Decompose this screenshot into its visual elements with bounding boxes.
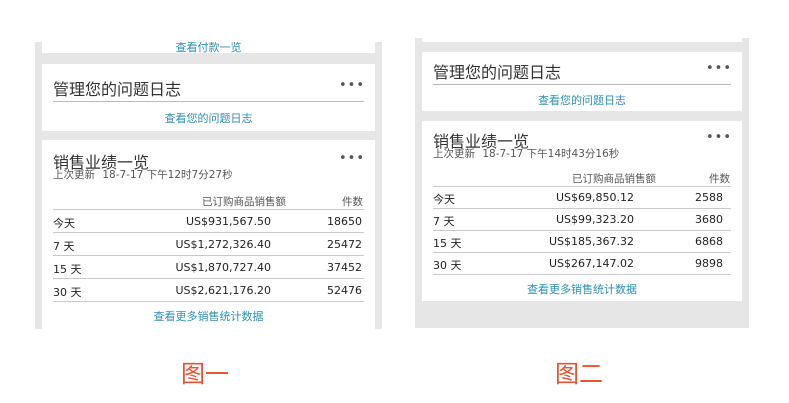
divider — [433, 84, 731, 85]
divider — [53, 101, 364, 102]
caption-figure-2: 图二 — [555, 360, 603, 388]
more-icon[interactable]: ••• — [339, 151, 365, 166]
caption-figure-1: 图一 — [181, 360, 229, 388]
last-updated: 上次更新 18-7-17 下午14时43分16秒 — [433, 146, 619, 161]
card-title: 管理您的问题日志 — [53, 80, 182, 99]
table-row: 30 天 US$267,147.02 9898 — [433, 252, 731, 275]
period-cell: 30 天 — [53, 286, 82, 299]
last-updated-value: 18-7-17 下午12时7分27秒 — [102, 169, 233, 181]
table-row: 7 天 US$1,272,326.40 25472 — [53, 232, 364, 255]
amount-cell: US$1,870,727.40 — [175, 261, 271, 274]
sales-card: 销售业绩一览 ••• 上次更新 18-7-17 下午14时43分16秒 已订购商… — [422, 121, 742, 301]
period-cell: 7 天 — [433, 215, 455, 228]
count-cell: 18650 — [327, 215, 362, 228]
column-header-sales: 已订购商品销售额 — [202, 196, 286, 208]
count-cell: 3680 — [695, 213, 723, 226]
amount-cell: US$1,272,326.40 — [175, 238, 271, 251]
period-cell: 今天 — [433, 193, 455, 206]
amount-cell: US$2,621,176.20 — [175, 284, 271, 297]
card-title: 管理您的问题日志 — [433, 63, 562, 82]
top-card-edge — [422, 38, 742, 42]
last-updated: 上次更新 18-7-17 下午12时7分27秒 — [53, 167, 233, 182]
column-header-count: 件数 — [342, 196, 363, 208]
amount-cell: US$99,323.20 — [555, 213, 634, 226]
last-updated-label: 上次更新 — [53, 169, 95, 181]
period-cell: 15 天 — [433, 237, 462, 250]
issues-card: 管理您的问题日志 ••• 查看您的问题日志 — [422, 52, 742, 111]
screenshot-1: 查看付款一览 管理您的问题日志 ••• 查看您的问题日志 销售业绩一览 ••• … — [35, 42, 382, 329]
more-icon[interactable]: ••• — [706, 61, 732, 76]
amount-cell: US$185,367.32 — [548, 235, 634, 248]
view-issues-link[interactable]: 查看您的问题日志 — [42, 110, 375, 126]
table-row: 今天 US$931,567.50 18650 — [53, 209, 364, 232]
count-cell: 6868 — [695, 235, 723, 248]
period-cell: 今天 — [53, 217, 75, 230]
column-header-sales: 已订购商品销售额 — [572, 173, 656, 185]
table-row: 今天 US$69,850.12 2588 — [433, 186, 731, 208]
last-updated-value: 18-7-17 下午14时43分16秒 — [482, 148, 620, 160]
screenshot-2: 管理您的问题日志 ••• 查看您的问题日志 销售业绩一览 ••• 上次更新 18… — [415, 38, 749, 328]
count-cell: 37452 — [327, 261, 362, 274]
more-icon[interactable]: ••• — [339, 78, 365, 93]
amount-cell: US$267,147.02 — [548, 257, 634, 270]
amount-cell: US$931,567.50 — [185, 215, 271, 228]
amount-cell: US$69,850.12 — [555, 191, 634, 204]
last-updated-label: 上次更新 — [433, 148, 475, 160]
view-payments-link[interactable]: 查看付款一览 — [42, 42, 375, 55]
count-cell: 25472 — [327, 238, 362, 251]
payments-card: 查看付款一览 — [42, 42, 375, 55]
count-cell: 52476 — [327, 284, 362, 297]
count-cell: 9898 — [695, 257, 723, 270]
view-more-sales-link[interactable]: 查看更多销售统计数据 — [422, 281, 742, 297]
table-row: 7 天 US$99,323.20 3680 — [433, 208, 731, 230]
sales-card: 销售业绩一览 ••• 上次更新 18-7-17 下午12时7分27秒 已订购商品… — [42, 140, 375, 329]
view-issues-link[interactable]: 查看您的问题日志 — [422, 92, 742, 108]
table-row: 30 天 US$2,621,176.20 52476 — [53, 278, 364, 302]
count-cell: 2588 — [695, 191, 723, 204]
more-icon[interactable]: ••• — [706, 130, 732, 145]
table-row: 15 天 US$1,870,727.40 37452 — [53, 255, 364, 278]
view-more-sales-link[interactable]: 查看更多销售统计数据 — [42, 308, 375, 324]
issues-card: 管理您的问题日志 ••• 查看您的问题日志 — [42, 64, 375, 131]
period-cell: 30 天 — [433, 259, 462, 272]
period-cell: 15 天 — [53, 263, 82, 276]
table-row: 15 天 US$185,367.32 6868 — [433, 230, 731, 252]
period-cell: 7 天 — [53, 240, 75, 253]
column-header-count: 件数 — [709, 173, 730, 185]
